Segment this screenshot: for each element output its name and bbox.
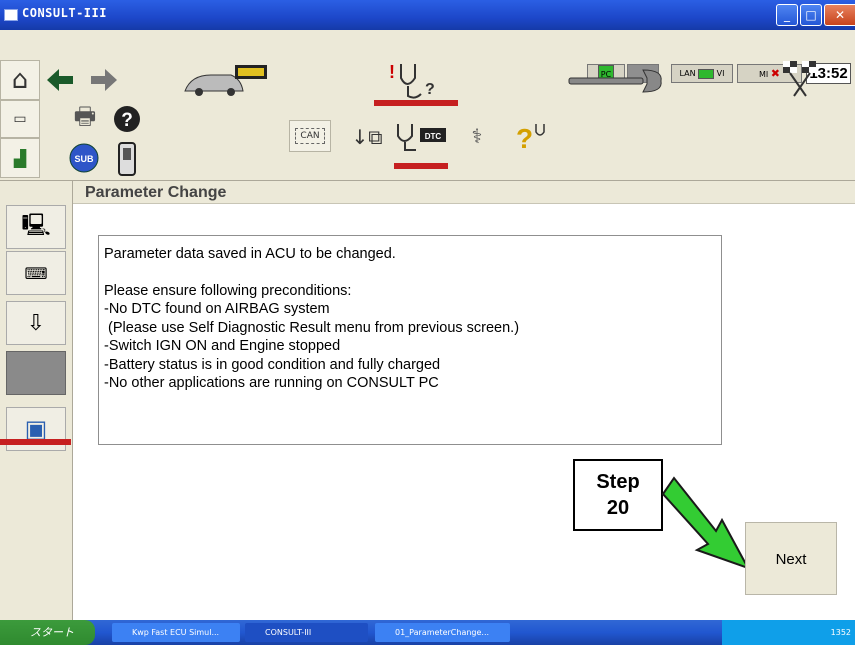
printer-icon: 🖶 bbox=[73, 101, 97, 130]
sidebar-disabled-button bbox=[6, 351, 66, 395]
print-button[interactable]: 🖶 bbox=[60, 100, 110, 138]
sub-button[interactable]: SUB bbox=[64, 140, 104, 176]
active-test-icon: ⚕ bbox=[471, 124, 483, 148]
help-button[interactable]: ? bbox=[110, 102, 144, 136]
dtc-connect-icon: ⌨ bbox=[24, 263, 48, 283]
taskbar-item-parameter-change[interactable]: 01_ParameterChange... bbox=[375, 623, 510, 642]
dtc-button[interactable]: DTC bbox=[393, 118, 449, 154]
sidebar-select-system-button[interactable]: 🖳 bbox=[6, 205, 66, 249]
back-arrow-icon bbox=[47, 69, 73, 91]
system-tray: 1352 bbox=[722, 620, 855, 645]
sub-mode-icon: SUB bbox=[69, 143, 99, 173]
dtc-active-indicator bbox=[394, 163, 448, 169]
message-spacer bbox=[104, 264, 721, 282]
home-icon: ⌂ bbox=[11, 65, 29, 95]
system-icon: ▭ bbox=[13, 111, 27, 127]
message-line: -Switch IGN ON and Engine stopped bbox=[104, 338, 341, 354]
vehicle-ecu-button[interactable] bbox=[180, 58, 272, 100]
step-word: Step bbox=[596, 471, 640, 493]
main-content: Parameter Change Parameter data saved in… bbox=[73, 181, 855, 620]
svg-text:?: ? bbox=[121, 110, 133, 131]
tray-clock: 1352 bbox=[830, 628, 851, 637]
svg-text:DTC: DTC bbox=[425, 132, 442, 141]
diagnosis-button[interactable]: ! ? bbox=[374, 50, 458, 106]
message-line: (Please use Self Diagnostic Result menu … bbox=[104, 319, 520, 336]
message-line: Please ensure following preconditions: bbox=[104, 282, 352, 299]
svg-text:?: ? bbox=[516, 123, 533, 152]
sidebar-download-button[interactable]: ⇩ bbox=[6, 301, 66, 345]
message-line: -No DTC found on AIRBAG system bbox=[104, 301, 330, 317]
minimize-button[interactable]: _ bbox=[776, 4, 798, 26]
data-monitor-button[interactable]: ↓⧉ bbox=[345, 118, 389, 156]
window-title-bar: CONSULT-III _ □ ✕ bbox=[0, 0, 855, 30]
taskbar-item-ecu-simulator[interactable]: Kwp Fast ECU Simul... bbox=[112, 623, 240, 642]
wrench-icon bbox=[568, 69, 662, 93]
message-line: -Battery status is in good condition and… bbox=[104, 356, 441, 373]
close-button[interactable]: ✕ bbox=[824, 4, 855, 26]
window-title: CONSULT-III bbox=[22, 6, 107, 20]
maximize-button[interactable]: □ bbox=[800, 4, 822, 26]
step-number: 20 bbox=[606, 497, 630, 519]
select-system-icon: 🖳 bbox=[21, 213, 51, 238]
forward-button[interactable] bbox=[84, 60, 124, 100]
dtc-stethoscope-icon: DTC bbox=[397, 124, 446, 151]
function-help-button[interactable]: ? bbox=[508, 118, 556, 154]
window-layout-button[interactable]: ▟ bbox=[0, 138, 40, 178]
back-button[interactable] bbox=[40, 60, 80, 100]
home-button[interactable]: ⌂ bbox=[0, 60, 40, 100]
page-title: Parameter Change bbox=[73, 181, 855, 204]
precondition-message-box: Parameter data saved in ACU to be change… bbox=[98, 235, 722, 445]
svg-text:?: ? bbox=[425, 81, 435, 98]
forward-arrow-icon bbox=[91, 69, 117, 91]
svg-text:!: ! bbox=[389, 62, 395, 82]
flags-button[interactable] bbox=[770, 56, 830, 100]
diagnosis-stethoscope-icon: ! ? bbox=[389, 62, 435, 99]
download-icon: ⇩ bbox=[26, 310, 46, 336]
system-button[interactable]: ▭ bbox=[0, 100, 40, 138]
lan-signal-icon bbox=[698, 68, 715, 79]
left-sidebar: 🖳 ⌨ ⇩ ▣ bbox=[0, 181, 73, 620]
sidebar-active-indicator bbox=[0, 439, 71, 445]
start-button[interactable]: スタート bbox=[0, 620, 95, 645]
app-icon bbox=[4, 9, 18, 21]
work-support-button[interactable] bbox=[565, 60, 665, 102]
diagnosis-active-indicator bbox=[374, 100, 458, 106]
help-icon: ? bbox=[114, 106, 140, 132]
checkered-flags-icon bbox=[783, 61, 816, 97]
active-test-button[interactable]: ⚕ bbox=[452, 118, 502, 154]
next-button[interactable]: Next bbox=[745, 522, 837, 595]
vi-device-icon bbox=[118, 142, 136, 176]
step-callout: Step 20 bbox=[573, 459, 663, 531]
taskbar-item-consult[interactable]: CONSULT-III bbox=[245, 623, 368, 642]
window-layout-icon: ▟ bbox=[13, 148, 27, 168]
vehicle-ecu-icon bbox=[184, 65, 267, 96]
data-monitor-icon: ↓⧉ bbox=[351, 125, 383, 149]
svg-text:SUB: SUB bbox=[74, 154, 94, 164]
can-icon: CAN bbox=[295, 128, 325, 144]
sidebar-dtc-button[interactable]: ⌨ bbox=[6, 251, 66, 295]
message-line: Parameter data saved in ACU to be change… bbox=[104, 246, 396, 262]
message-line: -No other applications are running on CO… bbox=[104, 375, 439, 391]
question-stethoscope-icon: ? bbox=[516, 123, 545, 152]
windows-taskbar: スタート Kwp Fast ECU Simul... CONSULT-III 0… bbox=[0, 620, 855, 645]
can-diag-button[interactable]: CAN bbox=[289, 120, 331, 152]
vi-device-button[interactable] bbox=[110, 140, 144, 178]
lan-status-indicator: LAN VI bbox=[671, 64, 733, 83]
